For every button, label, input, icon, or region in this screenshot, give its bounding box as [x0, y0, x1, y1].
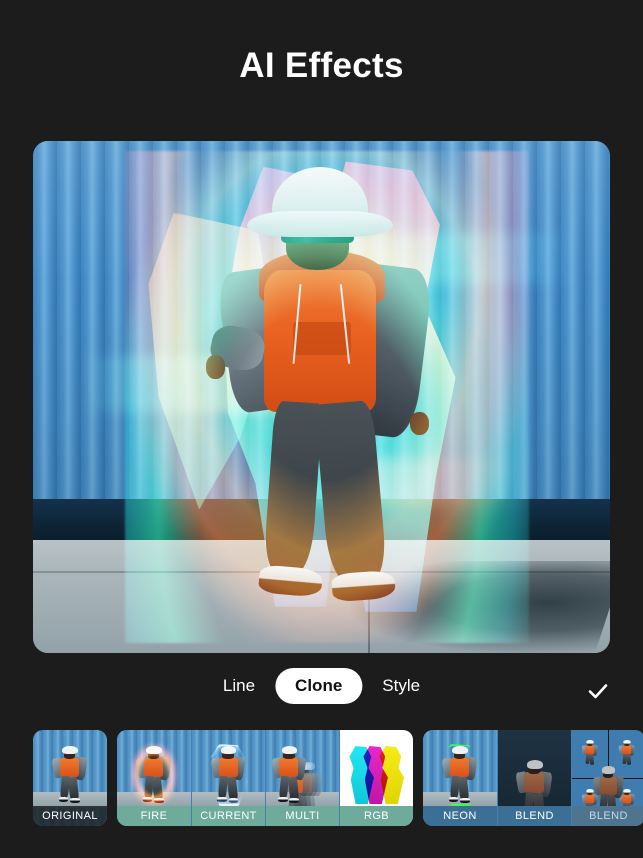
effect-preview-image[interactable] [33, 141, 610, 653]
subject-figure [206, 166, 448, 638]
effect-thumbnail-strip[interactable]: ORIGINAL FIRE CURRENT MULTI RGB NEON BLE… [0, 730, 643, 828]
effect-mode-tabbar: Line Clone Style [0, 668, 643, 714]
sneaker-left [258, 564, 324, 598]
sneaker-right [331, 569, 397, 603]
thumb-figure [270, 746, 308, 804]
tab-style[interactable]: Style [362, 668, 440, 704]
thumbnail-label-current: CURRENT [192, 806, 265, 826]
app-header: AI Effects [0, 0, 643, 132]
tab-clone[interactable]: Clone [275, 668, 363, 704]
thumbnail-label-rgb: RGB [340, 806, 413, 826]
thumbnail-group-clone-effects: FIRE CURRENT MULTI RGB [117, 730, 413, 826]
checkmark-icon [588, 684, 608, 699]
thumbnail-multi[interactable]: MULTI [265, 730, 339, 826]
thumbnail-label-original: ORIGINAL [33, 806, 107, 826]
fire-glow-overlay [131, 744, 177, 806]
thumbnail-label-blend: BLEND [498, 806, 571, 826]
tile-center-figure [591, 750, 626, 819]
thumb-figure [515, 744, 555, 821]
thumbnail-group-original: ORIGINAL [33, 730, 107, 826]
thumbnail-original[interactable]: ORIGINAL [33, 730, 107, 826]
page-title: AI Effects [239, 46, 404, 85]
thumbnail-fire[interactable]: FIRE [117, 730, 191, 826]
bucket-hat-brim [247, 210, 393, 238]
thumbnail-neon[interactable]: NEON [423, 730, 497, 826]
thumbnail-label-blend-tile: BLEND [572, 806, 643, 826]
tab-line[interactable]: Line [203, 668, 275, 704]
thumbnail-label-fire: FIRE [117, 806, 191, 826]
thumbnail-blend[interactable]: BLEND [497, 730, 571, 826]
thumbnail-label-multi: MULTI [266, 806, 339, 826]
thumbnail-rgb[interactable]: RGB [339, 730, 413, 826]
thumbnail-group-blend-effects: NEON BLEND BLEND [423, 730, 643, 826]
thumb-figure [51, 746, 89, 804]
hand-right [409, 411, 430, 436]
thumbnail-label-neon: NEON [423, 806, 497, 826]
hoodie-print [293, 322, 352, 355]
hand-left [206, 355, 226, 379]
tab-list: Line Clone Style [203, 668, 440, 704]
preview-photo [33, 141, 610, 653]
thumbnail-blend-tile[interactable]: BLEND [571, 730, 643, 826]
confirm-button[interactable] [581, 674, 615, 708]
thumbnail-current[interactable]: CURRENT [191, 730, 265, 826]
trouser-left [263, 400, 324, 574]
